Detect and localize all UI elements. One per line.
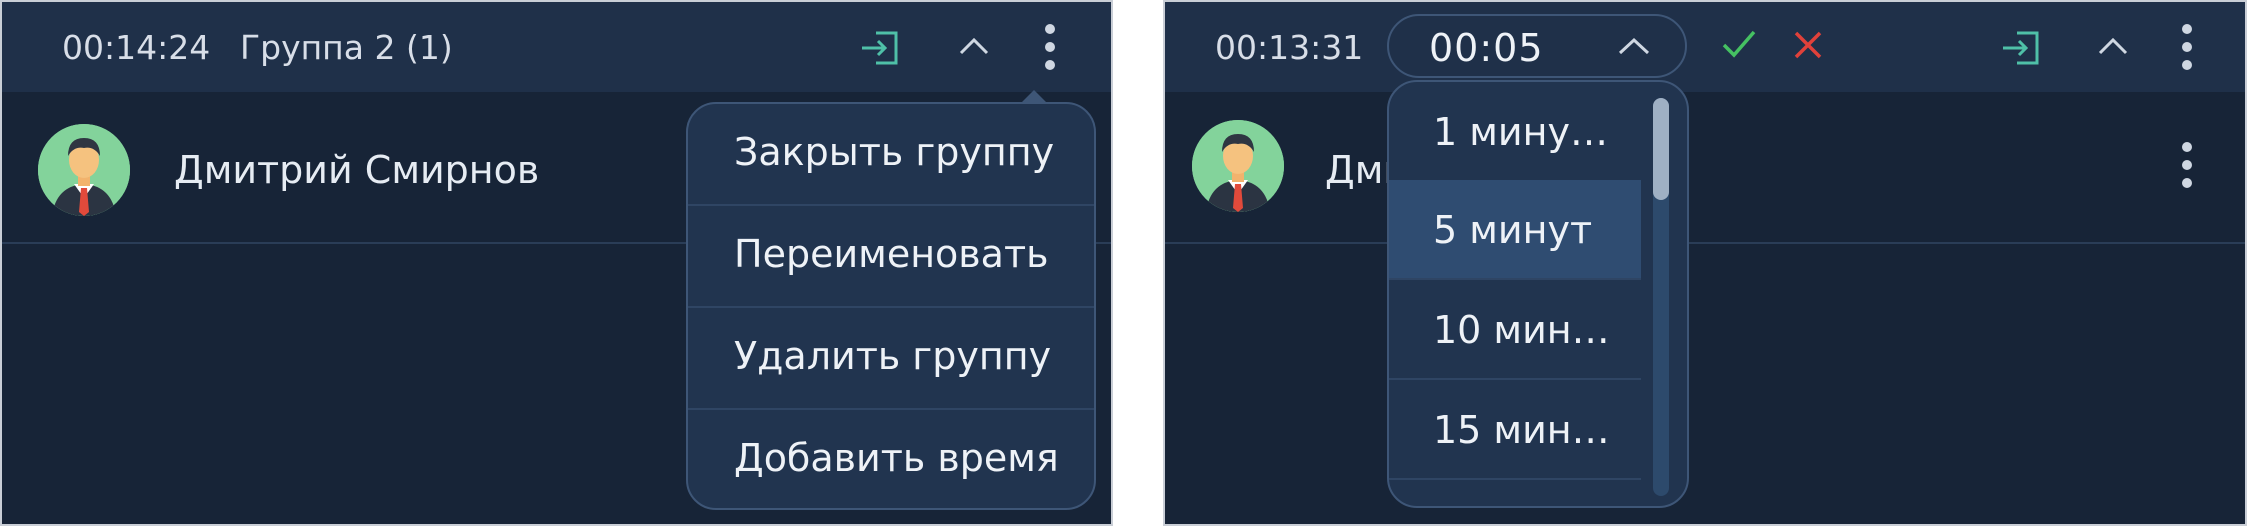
menu-item-delete-group[interactable]: Удалить группу (688, 308, 1094, 408)
avatar (1192, 120, 1284, 212)
option-label: 5 минут (1433, 208, 1593, 252)
check-icon[interactable] (1721, 28, 1757, 60)
option-divider (1389, 478, 1641, 480)
enter-icon[interactable] (1999, 30, 2041, 66)
time-dropdown: 1 мину… 5 минут 10 мин… 15 мин… (1387, 80, 1689, 508)
header-bar: 00:13:31 00:05 (1165, 2, 2245, 92)
header-bar: 00:14:24 Группа 2 (1) (2, 2, 1111, 92)
more-vertical-icon[interactable] (1042, 22, 1058, 72)
menu-item-close-group[interactable]: Закрыть группу (688, 104, 1094, 204)
option-1-minute[interactable]: 1 мину… (1389, 82, 1641, 180)
option-10-minutes[interactable]: 10 мин… (1389, 280, 1641, 378)
person-avatar-icon (38, 124, 130, 216)
menu-item-label: Закрыть группу (734, 130, 1055, 174)
close-icon[interactable] (1793, 30, 1823, 60)
option-15-minutes[interactable]: 15 мин… (1389, 380, 1641, 478)
chevron-up-icon[interactable] (2097, 36, 2129, 56)
chevron-up-icon[interactable] (1617, 36, 1651, 56)
option-label: 10 мин… (1433, 308, 1610, 352)
row-divider (1165, 242, 2245, 244)
menu-item-rename[interactable]: Переименовать (688, 206, 1094, 306)
member-name[interactable]: Дмитрий Смирнов (174, 148, 539, 192)
right-panel: 00:13:31 00:05 Дми 1 мину… 5 минут 10 ми… (1163, 0, 2247, 526)
option-label: 15 мин… (1433, 408, 1610, 452)
menu-item-label: Добавить время (734, 436, 1059, 480)
session-timer: 00:14:24 (62, 28, 211, 67)
left-panel: 00:14:24 Группа 2 (1) Дмитрий Смирнов За… (0, 0, 1113, 526)
more-vertical-icon[interactable] (2179, 22, 2195, 72)
menu-item-add-time[interactable]: Добавить время (688, 410, 1094, 508)
session-timer: 00:13:31 (1215, 28, 1364, 67)
time-select[interactable]: 00:05 (1387, 14, 1687, 78)
group-title: Группа 2 (1) (240, 28, 453, 67)
chevron-up-icon[interactable] (958, 36, 990, 56)
menu-item-label: Переименовать (734, 232, 1049, 276)
person-avatar-icon (1192, 120, 1284, 212)
option-label: 1 мину… (1433, 110, 1608, 154)
time-select-value: 00:05 (1429, 26, 1544, 70)
option-5-minutes[interactable]: 5 минут (1389, 180, 1641, 278)
dropdown-scrollbar-thumb[interactable] (1653, 98, 1669, 200)
menu-item-label: Удалить группу (734, 334, 1052, 378)
more-vertical-icon[interactable] (2179, 140, 2195, 190)
context-menu: Закрыть группу Переименовать Удалить гру… (686, 102, 1096, 510)
avatar (38, 124, 130, 216)
enter-icon[interactable] (858, 30, 900, 66)
